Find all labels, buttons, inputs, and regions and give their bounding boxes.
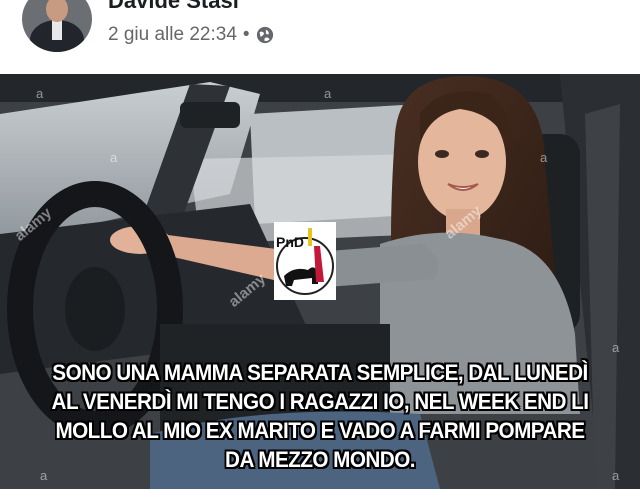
watermark-small: a xyxy=(110,150,118,165)
watermark-small: a xyxy=(36,86,44,101)
caption-line: DA MEZZO MONDO. xyxy=(225,447,415,472)
author-name[interactable]: Davide Stasi xyxy=(108,0,239,14)
caption-line: MOLLO AL MIO EX MARITO E VADO A FARMI PO… xyxy=(55,418,585,443)
meta-separator: • xyxy=(242,24,250,45)
watermark-small: a xyxy=(324,86,332,101)
post-header: Davide Stasi 2 giu alle 22:34 • xyxy=(0,0,640,74)
post-meta: 2 giu alle 22:34 • xyxy=(108,24,274,46)
logo-text: PnD xyxy=(276,234,304,250)
caption-line: AL VENERDÌ MI TENGO I RAGAZZI IO, NEL WE… xyxy=(51,389,589,414)
meme-caption: SONO UNA MAMMA SEPARATA SEMPLICE, DAL LU… xyxy=(26,358,615,474)
watermark-small: a xyxy=(540,150,548,165)
globe-icon[interactable] xyxy=(256,26,274,44)
post-timestamp[interactable]: 2 giu alle 22:34 xyxy=(108,24,237,46)
caption-line: SONO UNA MAMMA SEPARATA SEMPLICE, DAL LU… xyxy=(52,360,588,385)
author-avatar[interactable] xyxy=(22,0,92,52)
watermark-small: a xyxy=(612,340,620,355)
